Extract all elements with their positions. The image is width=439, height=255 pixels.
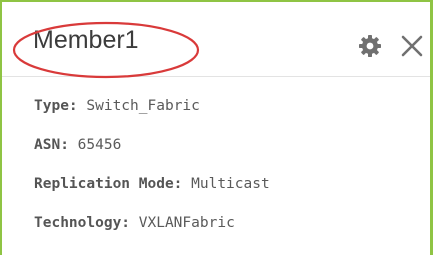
gear-icon[interactable] bbox=[358, 34, 382, 58]
close-icon[interactable] bbox=[400, 34, 424, 58]
detail-row-replication-mode: Replication Mode: Multicast bbox=[34, 176, 270, 215]
detail-key: Technology: bbox=[34, 215, 131, 231]
detail-row-technology: Technology: VXLANFabric bbox=[34, 215, 270, 254]
detail-key: Type: bbox=[34, 98, 78, 114]
detail-value: 65456 bbox=[77, 137, 122, 153]
panel-title: Member1 bbox=[33, 26, 139, 54]
panel-header: Member1 bbox=[2, 2, 430, 79]
detail-value: Multicast bbox=[191, 176, 270, 192]
member-details-list: Type: Switch_Fabric ASN: 65456 Replicati… bbox=[34, 98, 270, 254]
detail-row-asn: ASN: 65456 bbox=[34, 137, 270, 176]
detail-value: VXLANFabric bbox=[138, 215, 235, 231]
detail-row-type: Type: Switch_Fabric bbox=[34, 98, 270, 137]
member-details-panel: Member1 Type: Switch_Fabric ASN: 65456 R… bbox=[0, 0, 433, 255]
detail-key: Replication Mode: bbox=[34, 176, 183, 192]
detail-key: ASN: bbox=[34, 137, 69, 153]
detail-value: Switch_Fabric bbox=[86, 98, 200, 114]
